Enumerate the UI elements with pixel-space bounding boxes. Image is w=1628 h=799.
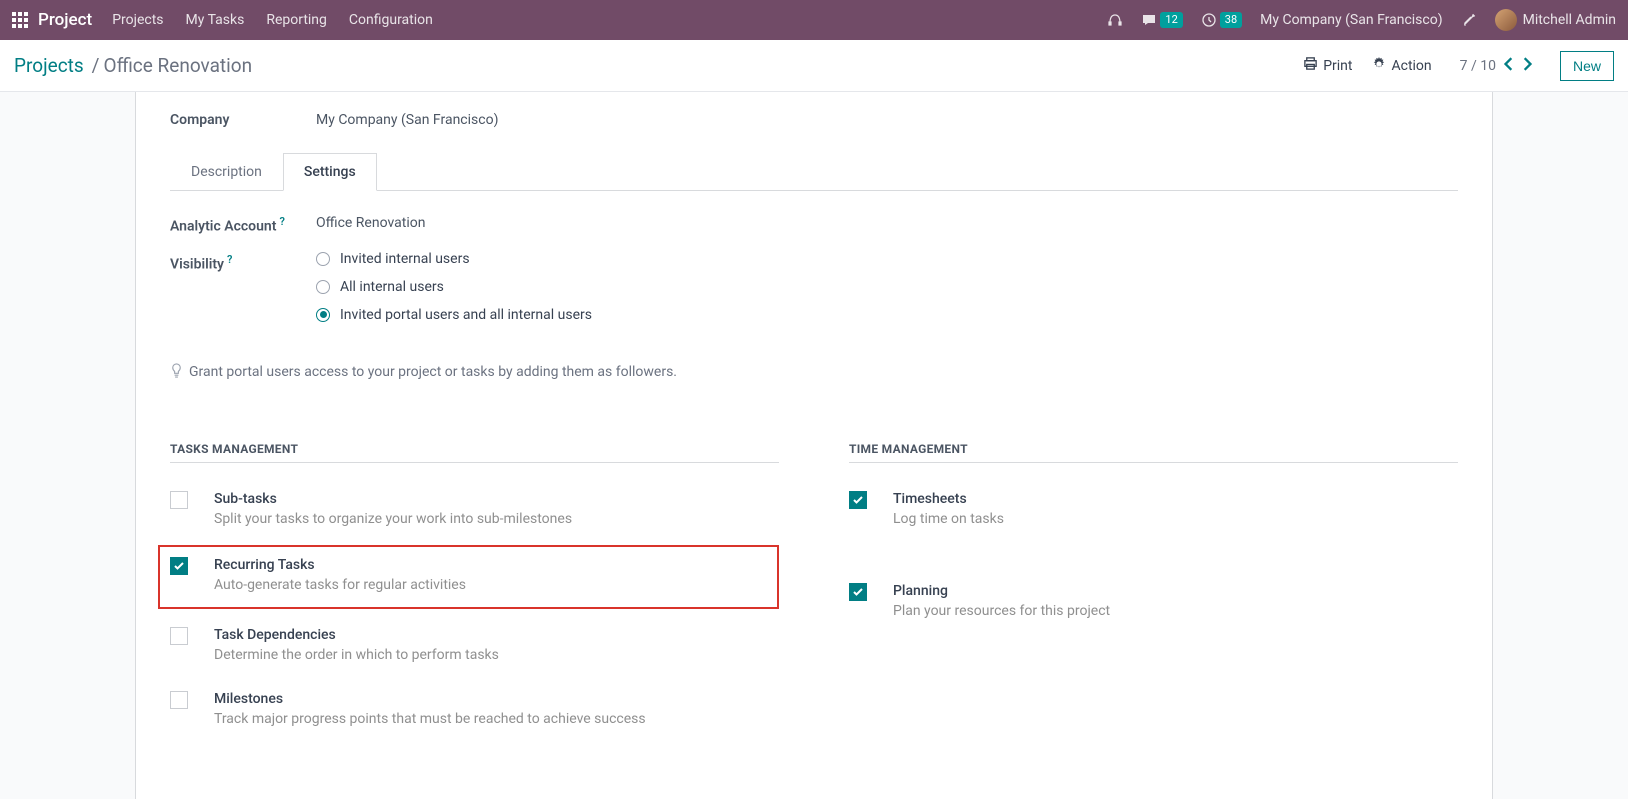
nav-my-tasks[interactable]: My Tasks: [186, 12, 245, 28]
company-label: Company: [170, 110, 316, 128]
form-sheet: Company My Company (San Francisco) Descr…: [135, 92, 1493, 799]
lightbulb-icon: [170, 363, 183, 382]
setting-planning: Planning Plan your resources for this pr…: [849, 527, 1458, 619]
setting-title: Sub-tasks: [214, 491, 572, 507]
setting-desc: Split your tasks to organize your work i…: [214, 511, 572, 527]
action-button[interactable]: Action: [1372, 57, 1431, 75]
setting-title: Recurring Tasks: [214, 557, 466, 573]
messages-badge: 12: [1160, 12, 1182, 27]
apps-icon[interactable]: [12, 12, 28, 28]
visibility-option-invited-internal[interactable]: Invited internal users: [316, 251, 592, 267]
company-switcher[interactable]: My Company (San Francisco): [1260, 12, 1442, 28]
checkbox-dependencies[interactable]: [170, 627, 188, 645]
breadcrumb-separator: /: [92, 54, 100, 77]
visibility-option-portal[interactable]: Invited portal users and all internal us…: [316, 307, 592, 323]
user-name: Mitchell Admin: [1523, 12, 1616, 28]
activities-badge: 38: [1220, 12, 1242, 27]
avatar: [1495, 9, 1517, 31]
section-time-management: Time Management: [849, 442, 1458, 463]
radio-icon[interactable]: [316, 252, 330, 266]
analytic-label: Analytic Account?: [170, 213, 316, 235]
setting-milestones: Milestones Track major progress points t…: [170, 663, 779, 727]
highlighted-recurring: Recurring Tasks Auto-generate tasks for …: [158, 545, 779, 609]
nav-projects[interactable]: Projects: [112, 12, 163, 28]
pager-next[interactable]: [1522, 57, 1532, 75]
user-menu[interactable]: Mitchell Admin: [1495, 9, 1616, 31]
setting-desc: Track major progress points that must be…: [214, 711, 646, 727]
analytic-value[interactable]: Office Renovation: [316, 213, 425, 235]
breadcrumb-current: Office Renovation: [104, 54, 253, 77]
nav-configuration[interactable]: Configuration: [349, 12, 433, 28]
pager[interactable]: 7 / 10: [1460, 58, 1496, 74]
setting-desc: Log time on tasks: [893, 511, 1004, 527]
setting-recurring: Recurring Tasks Auto-generate tasks for …: [170, 557, 767, 593]
setting-desc: Auto-generate tasks for regular activiti…: [214, 577, 466, 593]
checkbox-subtasks[interactable]: [170, 491, 188, 509]
setting-title: Timesheets: [893, 491, 1004, 507]
checkbox-recurring[interactable]: [170, 557, 188, 575]
nav-reporting[interactable]: Reporting: [266, 12, 327, 28]
tab-settings[interactable]: Settings: [283, 153, 377, 191]
tabs: Description Settings: [170, 152, 1458, 191]
top-navbar: Project Projects My Tasks Reporting Conf…: [0, 0, 1628, 40]
radio-icon[interactable]: [316, 308, 330, 322]
breadcrumb: Projects / Office Renovation: [14, 54, 252, 77]
gear-icon: [1372, 57, 1386, 75]
tab-description[interactable]: Description: [170, 153, 283, 191]
checkbox-planning[interactable]: [849, 583, 867, 601]
section-tasks-management: Tasks Management: [170, 442, 779, 463]
voip-icon[interactable]: [1107, 12, 1123, 28]
help-icon[interactable]: ?: [227, 253, 232, 266]
radio-icon[interactable]: [316, 280, 330, 294]
company-value[interactable]: My Company (San Francisco): [316, 110, 498, 128]
help-icon[interactable]: ?: [279, 215, 284, 228]
checkbox-timesheets[interactable]: [849, 491, 867, 509]
setting-timesheets: Timesheets Log time on tasks: [849, 463, 1458, 527]
visibility-label: Visibility?: [170, 251, 316, 273]
setting-desc: Plan your resources for this project: [893, 603, 1110, 619]
pager-prev[interactable]: [1504, 57, 1514, 75]
debug-icon[interactable]: [1461, 12, 1477, 28]
setting-desc: Determine the order in which to perform …: [214, 647, 499, 663]
setting-title: Task Dependencies: [214, 627, 499, 643]
activities-icon[interactable]: 38: [1201, 12, 1242, 28]
messages-icon[interactable]: 12: [1141, 12, 1182, 28]
visibility-option-all-internal[interactable]: All internal users: [316, 279, 592, 295]
visibility-tip: Grant portal users access to your projec…: [170, 363, 1458, 382]
checkbox-milestones[interactable]: [170, 691, 188, 709]
printer-icon: [1303, 56, 1318, 75]
setting-subtasks: Sub-tasks Split your tasks to organize y…: [170, 463, 779, 527]
new-button[interactable]: New: [1560, 51, 1614, 81]
print-button[interactable]: Print: [1303, 56, 1352, 75]
setting-title: Planning: [893, 583, 1110, 599]
setting-title: Milestones: [214, 691, 646, 707]
setting-dependencies: Task Dependencies Determine the order in…: [170, 609, 779, 663]
breadcrumb-root[interactable]: Projects: [14, 54, 84, 77]
control-bar: Projects / Office Renovation Print Actio…: [0, 40, 1628, 92]
app-brand[interactable]: Project: [38, 10, 92, 30]
